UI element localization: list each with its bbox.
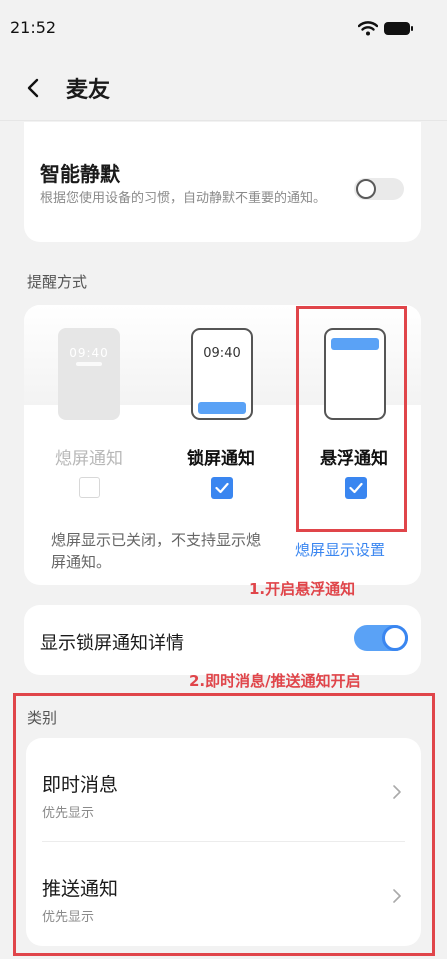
chevron-right-icon <box>393 785 401 799</box>
smart-silence-toggle[interactable] <box>354 178 404 200</box>
smart-silence-card: 智能静默 根据您使用设备的习惯，自动静默不重要的通知。 <box>24 122 421 242</box>
lock-details-toggle[interactable] <box>354 625 408 651</box>
annotation-step2: 2.即时消息/推送通知开启 <box>189 672 361 690</box>
page-title: 麦友 <box>66 78 111 103</box>
chevron-right-icon <box>393 889 401 903</box>
category-row-push-notification[interactable]: 推送通知 优先显示 <box>26 842 421 946</box>
status-time: 21:52 <box>10 18 57 37</box>
reminder-section-label: 提醒方式 <box>27 273 88 291</box>
lockscreen-preview-phone[interactable]: 09:40 <box>191 328 253 420</box>
toggle-knob <box>382 625 408 651</box>
category-subtitle: 优先显示 <box>42 910 95 925</box>
aod-notification-checkbox[interactable] <box>79 477 100 498</box>
lockscreen-notification-label: 锁屏通知 <box>187 449 255 469</box>
category-row-instant-message[interactable]: 即时消息 优先显示 <box>26 738 421 842</box>
annotation-step1: 1.开启悬浮通知 <box>249 580 356 598</box>
category-title: 推送通知 <box>42 878 119 900</box>
lock-details-label: 显示锁屏通知详情 <box>40 633 184 654</box>
lockscreen-notification-checkbox[interactable] <box>211 477 233 499</box>
floating-highlight-box <box>296 306 407 532</box>
check-icon <box>215 482 229 494</box>
aod-disabled-note: 熄屏显示已关闭，不支持显示熄屏通知。 <box>51 531 262 571</box>
category-title: 即时消息 <box>42 774 119 796</box>
header-divider <box>0 120 447 121</box>
back-chevron-icon[interactable] <box>22 76 46 100</box>
aod-preview-phone: 09:40 <box>58 328 120 420</box>
aod-preview-time: 09:40 <box>69 346 109 360</box>
lockscreen-preview-time: 09:40 <box>203 346 241 361</box>
battery-icon <box>384 22 413 35</box>
aod-settings-link[interactable]: 熄屏显示设置 <box>295 539 385 560</box>
smart-silence-title: 智能静默 <box>40 162 120 186</box>
lock-details-card: 显示锁屏通知详情 <box>24 605 421 675</box>
header: 麦友 <box>0 56 447 120</box>
category-section-label: 类别 <box>27 709 58 727</box>
aod-preview-dots <box>76 362 102 366</box>
toggle-knob <box>356 179 376 199</box>
lockscreen-preview-bar <box>198 402 246 414</box>
status-bar: 21:52 <box>0 0 447 56</box>
category-subtitle: 优先显示 <box>42 806 95 821</box>
wifi-icon <box>358 21 378 36</box>
smart-silence-description: 根据您使用设备的习惯，自动静默不重要的通知。 <box>40 191 327 206</box>
category-card: 即时消息 优先显示 推送通知 优先显示 <box>26 738 421 946</box>
aod-notification-label: 熄屏通知 <box>55 449 123 469</box>
